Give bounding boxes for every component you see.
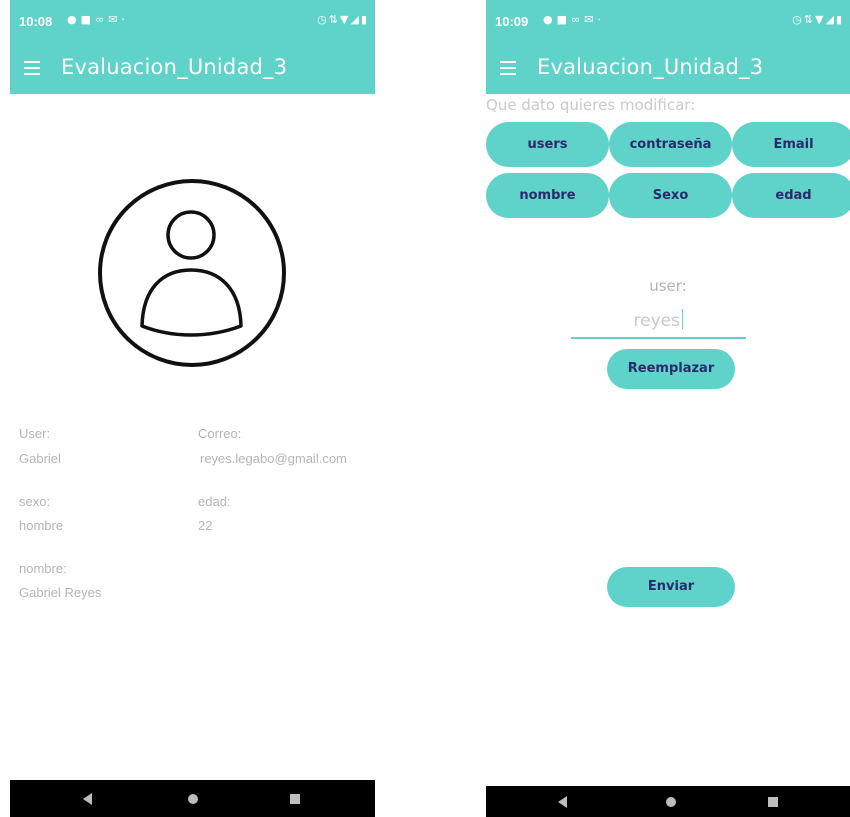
wifi-icon: ▼ [340,13,351,26]
youtube-icon: ■ [80,13,96,26]
system-icons: ◷⇅▼◢▮ [792,13,844,26]
alarm-icon: ◷ [317,13,329,26]
status-bar: 10:09 ●■∞✉· ◷⇅▼◢▮ [486,0,850,42]
gmail-icon: ✉ [584,13,598,26]
app-bar: Evaluacion_Unidad_3 [10,42,375,94]
signal-data-icon: ⇅ [328,13,340,26]
back-icon[interactable] [83,793,92,805]
hamburger-menu-icon[interactable] [500,61,516,75]
home-icon[interactable] [188,794,198,804]
cell-signal-icon: ◢ [825,13,836,26]
text-caret [681,309,684,329]
status-bar: 10:08 ●■∞✉· ◷⇅▼◢▮ [10,0,375,42]
email-value: reyes.legabo@gmail.com [200,451,347,466]
user-label: User: [19,426,51,441]
app-bar: Evaluacion_Unidad_3 [486,42,850,94]
youtube-icon: ■ [556,13,572,26]
status-time: 10:08 [19,14,53,29]
option-password-button[interactable]: contraseña [609,122,732,167]
sex-value: hombre [19,518,64,533]
profile-screen: 10:08 ●■∞✉· ◷⇅▼◢▮ Evaluacion_Unidad_3 Us… [10,0,375,817]
user-avatar-icon [98,179,286,367]
age-value: 22 [198,518,213,533]
replace-button[interactable]: Reemplazar [607,349,735,389]
option-name-button[interactable]: nombre [486,173,609,218]
dot-icon: · [121,13,129,26]
option-sex-button[interactable]: Sexo [609,173,732,218]
dot-icon: · [597,13,605,26]
sex-label: sexo: [19,494,51,509]
name-label: nombre: [19,561,67,576]
field-label: user: [649,277,687,295]
app-title: Evaluacion_Unidad_3 [537,55,764,79]
home-icon[interactable] [666,796,676,807]
navigation-bar [10,780,375,817]
gmail-icon: ✉ [108,13,122,26]
cell-signal-icon: ◢ [350,13,361,26]
notification-icons: ●■∞✉· [543,13,605,26]
status-time: 10:09 [495,14,529,29]
prompt-text: Que dato quieres modificar: [486,96,696,114]
link-icon: ∞ [95,13,109,26]
battery-icon: ▮ [835,13,844,26]
value-input-text: reyes [633,311,680,331]
send-button[interactable]: Enviar [607,567,735,607]
app-title: Evaluacion_Unidad_3 [61,55,288,79]
facebook-icon: ● [543,13,557,26]
signal-data-icon: ⇅ [803,13,815,26]
navigation-bar [486,786,850,817]
back-icon[interactable] [558,795,567,808]
wifi-icon: ▼ [815,13,826,26]
link-icon: ∞ [571,13,585,26]
user-value: Gabriel [19,451,61,466]
hamburger-menu-icon[interactable] [24,61,40,75]
battery-icon: ▮ [360,13,369,26]
facebook-icon: ● [67,13,81,26]
recents-icon[interactable] [290,794,300,804]
recents-icon[interactable] [768,796,778,807]
name-value: Gabriel Reyes [19,585,102,600]
email-label: Correo: [198,426,242,441]
option-age-button[interactable]: edad [732,173,850,218]
age-label: edad: [198,494,231,509]
alarm-icon: ◷ [792,13,804,26]
option-email-button[interactable]: Email [732,122,850,167]
system-icons: ◷⇅▼◢▮ [317,13,369,26]
edit-screen: 10:09 ●■∞✉· ◷⇅▼◢▮ Evaluacion_Unidad_3 Qu… [486,0,850,817]
option-users-button[interactable]: users [486,122,609,167]
value-input[interactable]: reyes [571,309,746,339]
notification-icons: ●■∞✉· [67,13,129,26]
